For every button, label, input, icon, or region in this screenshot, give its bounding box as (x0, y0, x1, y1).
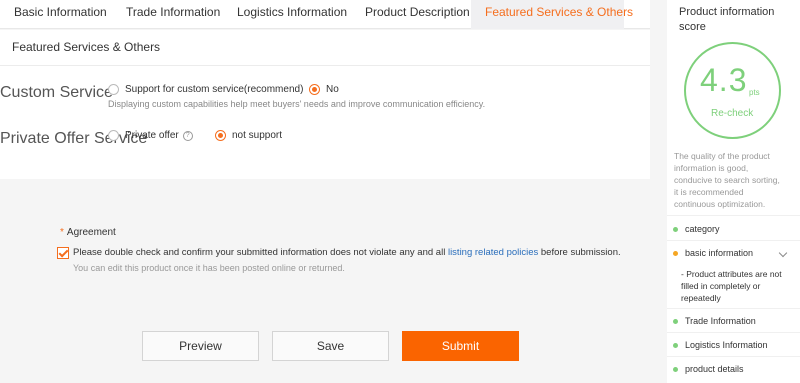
sidebar-item-label: product details (685, 364, 744, 374)
sidebar-item-label: basic information (685, 248, 754, 258)
tab-featured-services[interactable]: Featured Services & Others (471, 0, 633, 29)
submit-button[interactable]: Submit (402, 331, 519, 361)
radio-private-offer[interactable] (108, 130, 119, 141)
tab-product-description[interactable]: Product Description (351, 0, 471, 29)
preview-button[interactable]: Preview (142, 331, 259, 361)
help-icon[interactable]: ? (182, 130, 193, 141)
divider (667, 308, 800, 309)
custom-service-hint: Displaying custom capabilities help meet… (108, 99, 486, 109)
agreement-text-after: before submission. (538, 247, 621, 258)
custom-service-option-support-label: Support for custom service(recommend) (125, 84, 304, 96)
sidebar-item-trade-information[interactable]: Trade Information (673, 316, 756, 326)
agreement-text-before: Please double check and confirm your sub… (73, 247, 448, 258)
score-unit: pts (749, 88, 760, 97)
recheck-link[interactable]: Re-check (711, 108, 753, 119)
radio-support-custom[interactable] (108, 84, 119, 95)
custom-service-option-no-label: No (326, 84, 339, 96)
save-button[interactable]: Save (272, 331, 389, 361)
sidebar-item-label: Logistics Information (685, 340, 768, 350)
tab-bar: Basic Information Trade Information Logi… (0, 0, 650, 29)
private-offer-option-not-support-label: not support (232, 130, 283, 142)
sidebar-item-product-details[interactable]: product details (673, 364, 744, 374)
radio-no-custom[interactable] (309, 84, 320, 95)
status-dot (673, 367, 678, 373)
private-offer-label: Private Offer Service (0, 130, 148, 147)
sidebar-item-basic-information[interactable]: basic information (673, 248, 753, 258)
status-dot (673, 227, 678, 233)
divider (667, 332, 800, 333)
status-dot (673, 319, 678, 325)
required-mark: * (60, 227, 64, 238)
sidebar-item-label: Trade Information (685, 316, 756, 326)
tab-logistics-information[interactable]: Logistics Information (223, 0, 351, 29)
agreement-title-text: Agreement (66, 227, 116, 238)
sidebar-item-logistics-information[interactable]: Logistics Information (673, 340, 768, 350)
sidebar-item-label: category (685, 224, 720, 234)
listing-policies-link[interactable]: listing related policies (448, 247, 538, 258)
tab-trade-information[interactable]: Trade Information (112, 0, 223, 29)
divider (667, 356, 800, 357)
panel-title: Featured Services & Others (0, 30, 650, 66)
sidebar-title: Product information score (679, 6, 775, 33)
basic-info-note-text: Product attributes are not filled in com… (681, 269, 782, 303)
divider (667, 240, 800, 241)
private-offer-option-not-support[interactable]: not support (215, 130, 282, 141)
divider (667, 215, 800, 216)
sidebar-item-category[interactable]: category (673, 224, 720, 234)
score-description: The quality of the product information i… (674, 151, 780, 209)
private-offer-option-private[interactable]: Private offer? (108, 130, 193, 141)
agreement-checkbox[interactable] (57, 247, 69, 259)
agreement-title: * Agreement (60, 227, 116, 238)
status-dot (673, 251, 678, 257)
score-value: 4.3 (700, 62, 748, 98)
agreement-subtext: You can edit this product once it has be… (73, 263, 345, 273)
tab-basic-information[interactable]: Basic Information (0, 0, 112, 29)
agreement-text: Please double check and confirm your sub… (73, 247, 621, 258)
radio-not-support[interactable] (215, 130, 226, 141)
custom-service-option-no[interactable]: No (309, 84, 339, 95)
custom-service-label: Custom Service (0, 84, 113, 101)
custom-service-option-support[interactable]: Support for custom service(recommend) (108, 84, 303, 95)
private-offer-option-private-label: Private offer (125, 130, 179, 142)
status-dot (673, 343, 678, 349)
basic-info-note: - Product attributes are not filled in c… (681, 269, 782, 303)
